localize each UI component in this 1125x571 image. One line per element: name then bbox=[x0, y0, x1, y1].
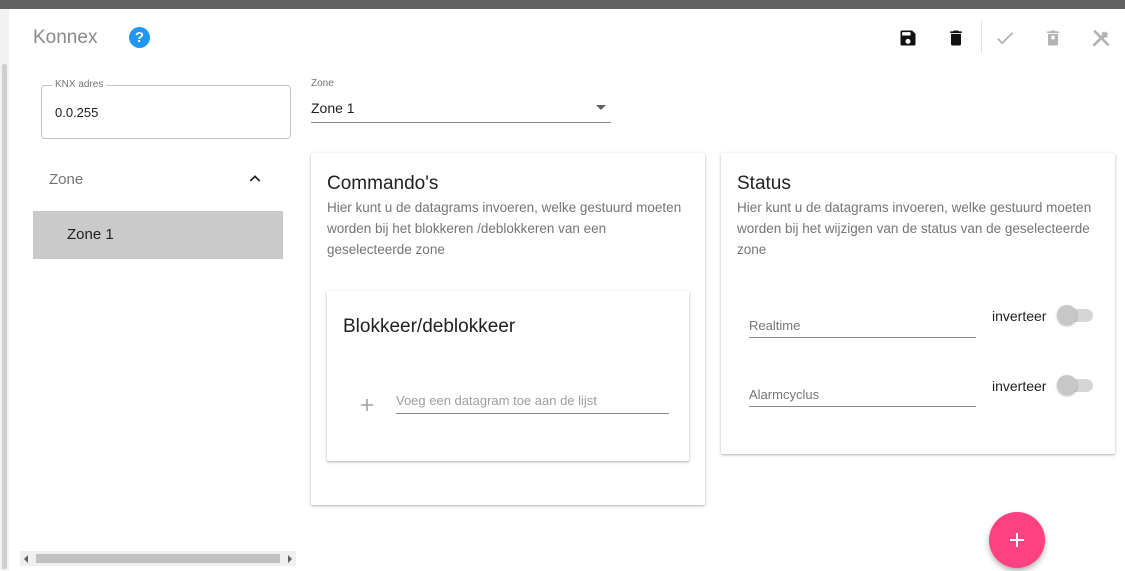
alarmcyclus-field[interactable]: Alarmcyclus bbox=[749, 383, 976, 407]
zone-select-value: Zone 1 bbox=[311, 100, 355, 116]
scrollbar-thumb[interactable] bbox=[2, 64, 7, 569]
plus-icon bbox=[1010, 533, 1024, 547]
toggle-knob[interactable] bbox=[1057, 375, 1077, 395]
inverteer-label: inverteer bbox=[992, 378, 1047, 394]
plus-icon[interactable] bbox=[359, 397, 375, 413]
status-title: Status bbox=[737, 173, 791, 194]
save-icon[interactable] bbox=[896, 26, 920, 50]
block-unblock-card: Blokkeer/deblokkeer bbox=[327, 291, 689, 461]
zone-select-label: Zone bbox=[311, 78, 334, 89]
realtime-inverteer-toggle[interactable] bbox=[1057, 305, 1093, 325]
status-description: Hier kunt u de datagrams invoeren, welke… bbox=[737, 200, 1092, 257]
scroll-left-icon[interactable] bbox=[24, 555, 28, 563]
inverteer-label: inverteer bbox=[992, 308, 1047, 324]
horizontal-scrollbar[interactable] bbox=[20, 551, 296, 566]
left-scrollbar[interactable] bbox=[0, 9, 9, 571]
commands-description: Hier kunt u de datagrams invoeren, welke… bbox=[327, 200, 682, 257]
trash-icon[interactable] bbox=[944, 26, 968, 50]
sidebar-item-zone-1[interactable]: Zone 1 bbox=[33, 211, 283, 259]
knx-address-value[interactable]: 0.0.255 bbox=[55, 105, 98, 120]
delete-x-icon[interactable] bbox=[1041, 26, 1065, 50]
realtime-field[interactable]: Realtime bbox=[749, 314, 976, 338]
add-fab-button[interactable] bbox=[989, 512, 1045, 568]
tools-icon[interactable] bbox=[1089, 26, 1113, 50]
scroll-right-icon[interactable] bbox=[288, 555, 292, 563]
commands-title: Commando's bbox=[327, 173, 439, 194]
dropdown-arrow-icon bbox=[596, 105, 606, 110]
chevron-up-icon[interactable] bbox=[247, 171, 263, 187]
zone-select[interactable]: Zone 1 bbox=[311, 96, 611, 123]
page-title: Konnex bbox=[33, 27, 98, 48]
status-card: Status Hier kunt u de datagrams invoeren… bbox=[721, 153, 1115, 454]
top-bar bbox=[0, 0, 1125, 9]
toggle-knob[interactable] bbox=[1057, 305, 1077, 325]
sidebar-item-label: Zone 1 bbox=[67, 226, 114, 243]
scrollbar-thumb[interactable] bbox=[36, 554, 280, 563]
block-unblock-title: Blokkeer/deblokkeer bbox=[343, 316, 516, 337]
help-icon[interactable]: ? bbox=[129, 27, 150, 48]
check-icon[interactable] bbox=[993, 26, 1017, 50]
knx-address-label: KNX adres bbox=[52, 79, 107, 90]
toolbar-divider bbox=[981, 21, 982, 53]
sidebar-header-label: Zone bbox=[49, 171, 84, 188]
add-datagram-input[interactable]: Voeg een datagram toe aan de lijst bbox=[396, 390, 669, 414]
alarmcyclus-inverteer-toggle[interactable] bbox=[1057, 375, 1093, 395]
sidebar-zone-header[interactable]: Zone bbox=[33, 160, 283, 200]
knx-address-field[interactable]: KNX adres 0.0.255 bbox=[41, 79, 291, 139]
